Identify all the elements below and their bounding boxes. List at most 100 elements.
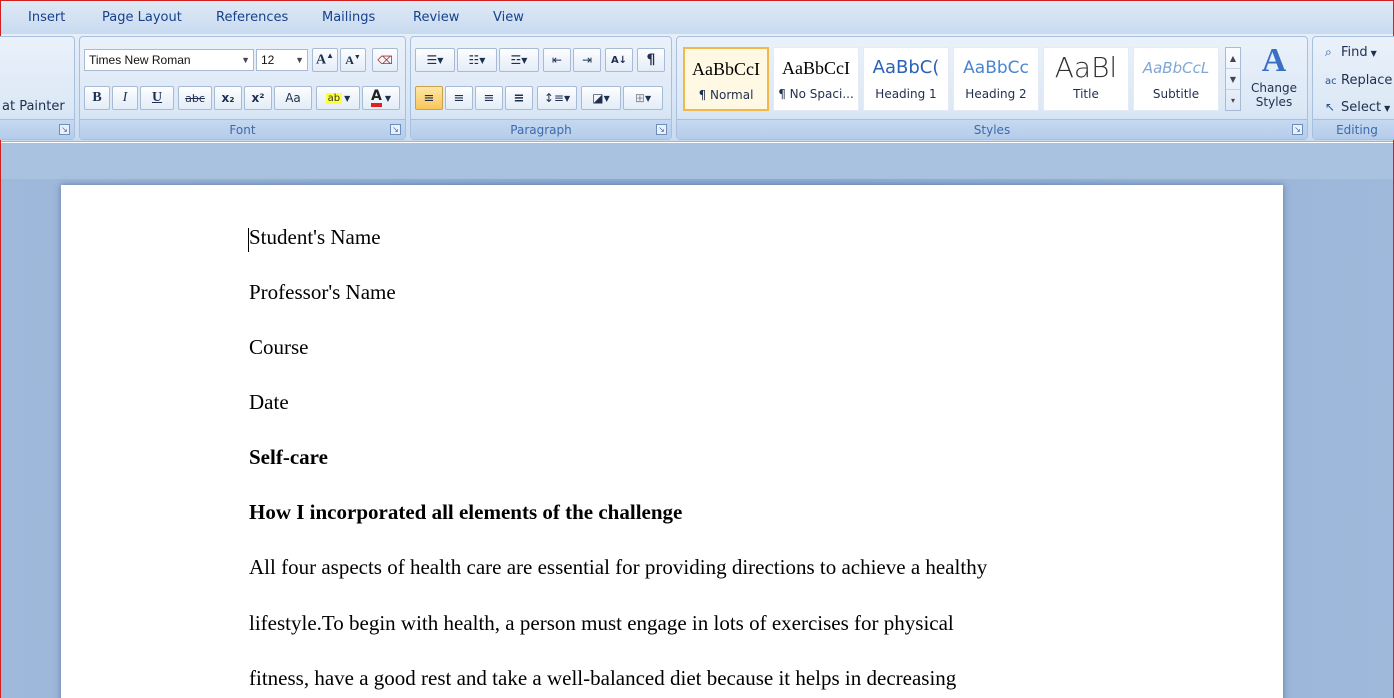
style-name: Heading 1 [875,87,937,101]
doc-line-course[interactable]: Course [249,335,309,360]
increase-indent-button[interactable]: ⇥ [573,48,601,72]
more-styles-icon[interactable]: ▾ [1226,90,1240,111]
chevron-down-icon: ▼ [344,93,351,103]
tab-mailings[interactable]: Mailings [322,10,375,25]
italic-button[interactable]: I [112,86,138,110]
paragraph-group-label: Paragraph [411,119,671,139]
font-name-value: Times New Roman [89,53,191,67]
chevron-down-icon: ▼ [437,55,444,65]
underline-button[interactable]: U [140,86,174,110]
bullets-button[interactable]: ☰ ▼ [415,48,455,72]
chevron-down-icon: ▼ [644,93,652,103]
font-size-value: 12 [261,53,275,67]
align-right-button[interactable]: ≡ [475,86,503,110]
ribbon: at Painter ↘ Times New Roman ▼ 12 ▼ A▲ A… [0,34,1394,142]
doc-body-line[interactable]: All four aspects of health care are esse… [249,555,987,580]
sort-button[interactable]: A↓ [605,48,633,72]
chevron-down-icon: ▼ [603,93,610,103]
doc-line-date[interactable]: Date [249,390,289,415]
style-sample: AaBl [1054,51,1118,84]
style-sample: AaBbCc [963,58,1029,78]
style-sample: AaBbCcI [692,59,760,79]
grow-font-icon: A▲ [315,51,335,68]
grow-font-button[interactable]: A▲ [312,48,338,72]
line-spacing-icon: ↕≡ [543,91,564,105]
chevron-down-icon: ▼ [1370,49,1377,58]
doc-body-line[interactable]: lifestyle.To begin with health, a person… [249,611,954,636]
doc-body-line[interactable]: fitness, have a good rest and take a wel… [249,666,956,691]
document-page[interactable]: Student's Name Professor's Name Course D… [61,185,1283,698]
chevron-down-icon: ▼ [241,55,250,65]
numbering-button[interactable]: ☷ ▼ [457,48,497,72]
multilevel-list-button[interactable]: ☲ ▼ [499,48,539,72]
tab-references[interactable]: References [216,10,288,25]
style-heading-1[interactable]: AaBbC( Heading 1 [863,47,949,111]
clear-formatting-button[interactable]: ⌫ [372,48,398,72]
doc-heading-self-care[interactable]: Self-care [249,445,328,470]
tab-review[interactable]: Review [413,10,459,25]
shrink-font-button[interactable]: A▼ [340,48,366,72]
highlighter-icon: ab [325,92,343,104]
tab-insert[interactable]: Insert [28,10,65,25]
change-styles-label: Change Styles [1251,81,1297,109]
clipboard-group: at Painter ↘ [0,36,75,140]
strikethrough-button[interactable]: abc [178,86,212,110]
chevron-down-icon: ▼ [479,55,486,65]
ribbon-tab-bar: Insert Page Layout References Mailings R… [1,1,1393,34]
subscript-button[interactable]: x₂ [214,86,242,110]
editing-group: ⌕ Find ▼ ac Replace ↖ Select ▼ Editing [1312,36,1394,140]
style-no-spacing[interactable]: AaBbCcI ¶ No Spaci... [773,47,859,111]
doc-line-professor-name[interactable]: Professor's Name [249,280,396,305]
align-left-button[interactable]: ≡ [415,86,443,110]
scroll-down-icon[interactable]: ▼ [1226,69,1240,90]
styles-launcher-icon[interactable]: ↘ [1292,124,1303,135]
styles-group: AaBbCcI ¶ Normal AaBbCcI ¶ No Spaci... A… [676,36,1308,140]
find-button[interactable]: ⌕ Find ▼ [1325,45,1377,60]
paint-bucket-icon: ◪ [592,91,604,105]
select-label: Select [1341,100,1382,115]
align-center-icon: ≡ [453,90,465,106]
tab-page-layout[interactable]: Page Layout [102,10,182,25]
style-title[interactable]: AaBl Title [1043,47,1129,111]
font-size-combo[interactable]: 12 ▼ [256,49,308,71]
doc-heading-challenge[interactable]: How I incorporated all elements of the c… [249,500,682,525]
document-workspace: Student's Name Professor's Name Course D… [1,179,1393,698]
justify-button[interactable]: ≡ [505,86,533,110]
styles-gallery-scroll[interactable]: ▲ ▼ ▾ [1225,47,1241,111]
font-color-icon: A [371,89,382,107]
borders-button[interactable]: ⊞ ▼ [623,86,663,110]
multilevel-list-icon: ☲ [510,53,522,67]
show-formatting-button[interactable]: ¶ [637,48,665,72]
select-button[interactable]: ↖ Select ▼ [1325,100,1390,115]
shading-button[interactable]: ◪ ▼ [581,86,621,110]
highlight-button[interactable]: ab ▼ [316,86,360,110]
style-heading-2[interactable]: AaBbCc Heading 2 [953,47,1039,111]
change-case-button[interactable]: Aa [274,86,312,110]
font-launcher-icon[interactable]: ↘ [390,124,401,135]
font-color-button[interactable]: A ▼ [362,86,400,110]
bold-button[interactable]: B [84,86,110,110]
tab-view[interactable]: View [493,10,524,25]
replace-button[interactable]: ac Replace [1325,73,1392,88]
paragraph-launcher-icon[interactable]: ↘ [656,124,667,135]
style-sample: AaBbC( [872,57,940,78]
superscript-button[interactable]: x² [244,86,272,110]
doc-line-student-name[interactable]: Student's Name [249,225,381,250]
decrease-indent-button[interactable]: ⇤ [543,48,571,72]
chevron-down-icon: ▼ [384,93,391,103]
borders-icon: ⊞ [634,91,645,105]
font-group-label: Font [80,119,405,139]
scroll-up-icon[interactable]: ▲ [1226,48,1240,69]
align-center-button[interactable]: ≡ [445,86,473,110]
style-normal[interactable]: AaBbCcI ¶ Normal [683,47,769,111]
clipboard-launcher-icon[interactable]: ↘ [59,124,70,135]
change-styles-button[interactable]: A Change Styles [1245,41,1303,119]
styles-group-label: Styles [677,119,1307,139]
font-name-combo[interactable]: Times New Roman ▼ [84,49,254,71]
chevron-down-icon: ▼ [563,93,571,103]
line-spacing-button[interactable]: ↕≡ ▼ [537,86,577,110]
format-painter-button[interactable]: at Painter [2,99,65,114]
style-subtitle[interactable]: AaBbCcL Subtitle [1133,47,1219,111]
ruler-area [1,143,1393,179]
pilcrow-icon: ¶ [646,52,656,68]
